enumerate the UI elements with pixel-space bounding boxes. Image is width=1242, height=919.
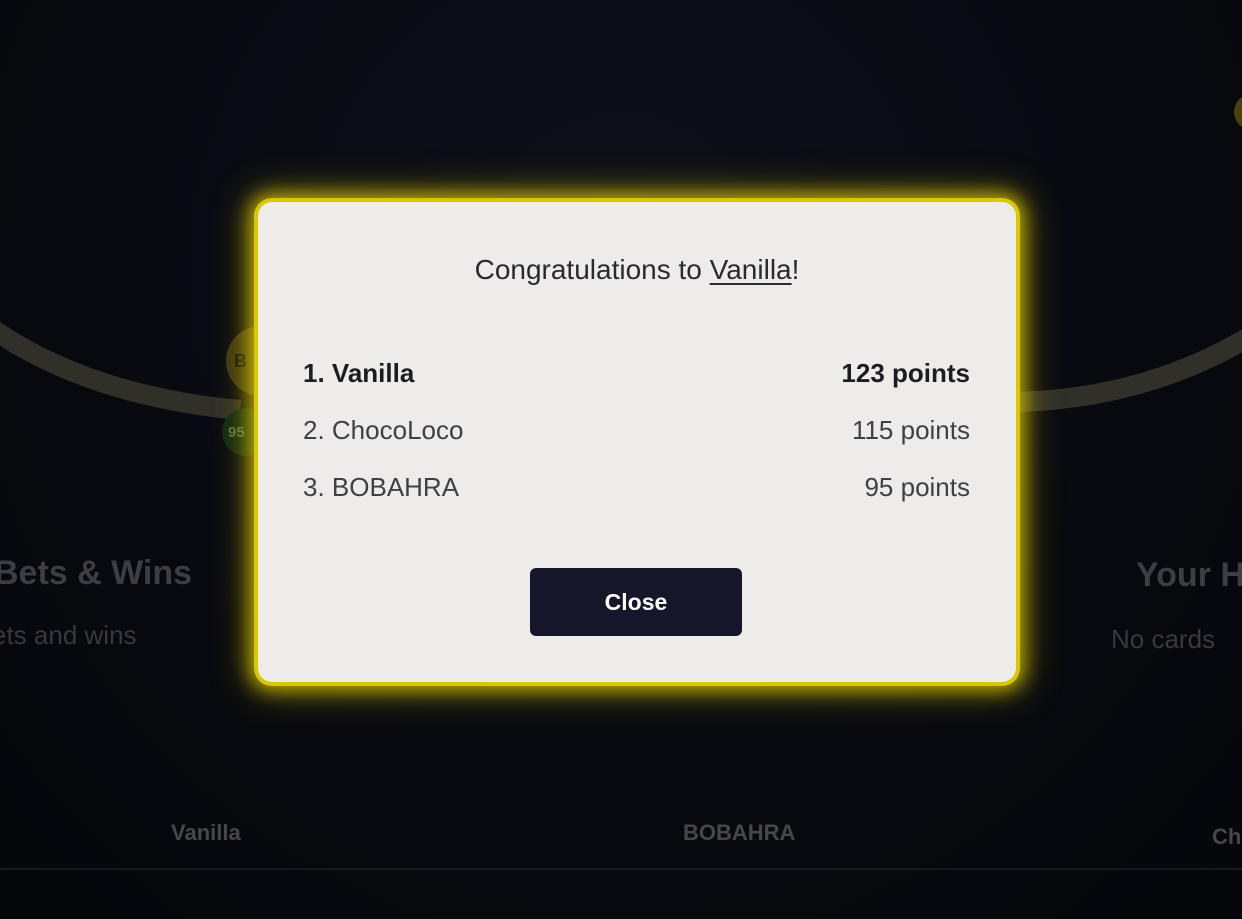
game-screen: B 95 Bets & Wins ets and wins Your H No … xyxy=(0,0,1242,919)
title-suffix: ! xyxy=(791,254,800,285)
leaderboard-row: 3. BOBAHRA 95 points xyxy=(303,472,970,529)
dialog-title: Congratulations to Vanilla! xyxy=(258,254,1016,286)
player-rank-name: 2. ChocoLoco xyxy=(303,415,464,445)
player-rank-name: 3. BOBAHRA xyxy=(303,472,460,502)
leaderboard-row: 2. ChocoLoco 115 points xyxy=(303,415,970,472)
winner-dialog: Congratulations to Vanilla! 1. Vanilla 1… xyxy=(258,202,1016,682)
player-points: 95 points xyxy=(864,472,970,502)
winner-name-link[interactable]: Vanilla xyxy=(710,254,792,285)
player-points: 123 points xyxy=(841,358,970,388)
leaderboard: 1. Vanilla 123 points 2. ChocoLoco 115 p… xyxy=(303,358,970,529)
player-points: 115 points xyxy=(851,415,970,445)
player-rank-name: 1. Vanilla xyxy=(303,358,415,388)
close-button[interactable]: Close xyxy=(530,568,742,636)
leaderboard-row: 1. Vanilla 123 points xyxy=(303,358,970,415)
title-prefix: Congratulations to xyxy=(474,254,710,285)
